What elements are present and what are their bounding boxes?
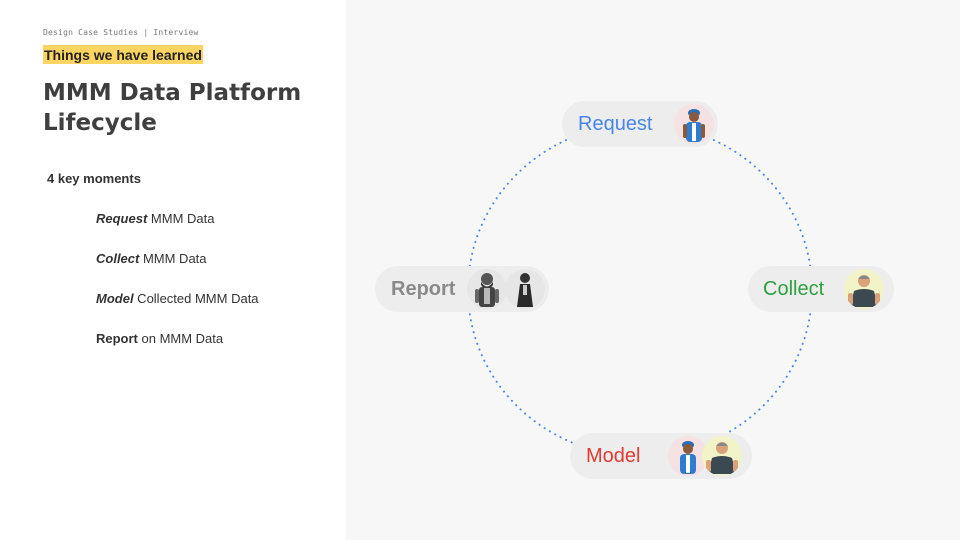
- report-node: Report: [375, 266, 549, 312]
- moment-text: on MMM Data: [137, 331, 224, 346]
- request-person-icon: [674, 104, 714, 144]
- moment-key: Report: [96, 331, 138, 346]
- collect-label: Collect: [763, 277, 825, 300]
- collect-node: Collect: [748, 266, 894, 312]
- moment-model: Model Collected MMM Data: [96, 291, 259, 306]
- diagram-panel: Request Collect Model Report: [346, 0, 960, 540]
- collect-person-icon: [844, 269, 884, 309]
- left-panel: Design Case Studies | Interview Things w…: [0, 0, 346, 540]
- model-node: Model: [570, 433, 752, 479]
- report-person-icon-2: [505, 269, 545, 309]
- model-label: Model: [586, 444, 641, 467]
- page-title: MMM Data Platform Lifecycle: [43, 80, 302, 136]
- moments-heading: 4 key moments: [47, 171, 141, 186]
- highlight-label: Things we have learned: [43, 45, 203, 64]
- request-label: Request: [578, 112, 653, 135]
- moment-text: MMM Data: [139, 251, 207, 266]
- moment-key: Collect: [96, 251, 140, 266]
- moment-key: Request: [96, 211, 148, 226]
- moment-text: MMM Data: [147, 211, 215, 226]
- moment-report: Report on MMM Data: [96, 331, 223, 346]
- report-person-icon-1: [467, 269, 507, 309]
- model-person-icon-2: [702, 436, 742, 476]
- moment-key: Model: [96, 291, 134, 306]
- moment-text: Collected MMM Data: [133, 291, 259, 306]
- moment-request: Request MMM Data: [96, 211, 214, 226]
- request-node: Request: [562, 101, 718, 147]
- breadcrumb: Design Case Studies | Interview: [43, 28, 199, 37]
- moment-collect: Collect MMM Data: [96, 251, 207, 266]
- report-label: Report: [391, 277, 456, 300]
